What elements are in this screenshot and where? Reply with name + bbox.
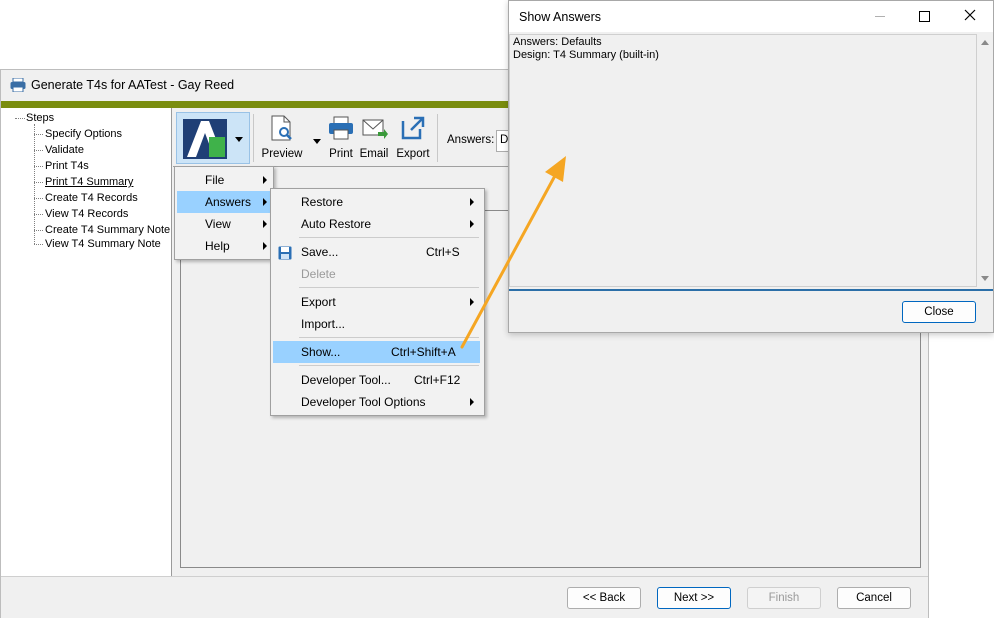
annotation-arrow [460, 156, 566, 349]
